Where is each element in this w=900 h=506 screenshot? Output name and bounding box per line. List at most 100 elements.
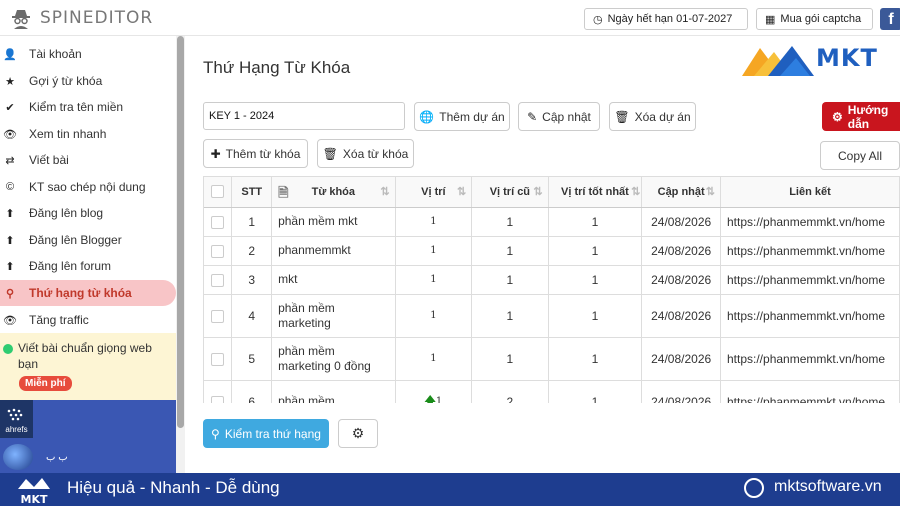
globe-image-icon [3, 444, 33, 470]
header-link[interactable]: Liên kết [720, 177, 900, 208]
sidebar-item-write[interactable]: ⇄ Viết bài [0, 147, 176, 173]
app-name: SPINEDITOR [40, 8, 154, 28]
spy-logo-icon [12, 10, 30, 29]
link-cell[interactable]: https://phanmemmkt.vn/home [720, 294, 900, 338]
table-row[interactable]: 4 phần mềm marketing 1 1 1 24/08/2026 ht… [204, 294, 900, 338]
sidebar-item-account[interactable]: 👤 Tài khoản [0, 41, 176, 67]
sort-icon[interactable]: ⇅ [457, 185, 466, 198]
promo-card[interactable]: Viết bài chuẩn giọng web bạn Miễn phí [0, 333, 176, 400]
sidebar-item-quick-news[interactable]: 👁 Xem tin nhanh [0, 121, 176, 147]
plus-icon: ✚ [210, 146, 221, 161]
guide-button[interactable]: ⚙ Hướng dẫn [822, 102, 900, 131]
delete-keyword-label: Xóa từ khóa [342, 146, 409, 161]
row-select-cell[interactable] [204, 236, 233, 266]
sort-icon[interactable]: ⇅ [380, 185, 389, 198]
updated-cell: 24/08/2026 [641, 236, 721, 266]
footer-banner: MKT Hiệu quả - Nhanh - Dễ dùng mktsoftwa… [0, 473, 900, 506]
row-select-cell[interactable] [204, 265, 233, 295]
link-cell[interactable]: https://phanmemmkt.vn/home [720, 207, 900, 237]
upload-icon: ⬆ [5, 234, 15, 247]
header-stt[interactable]: STT [231, 177, 273, 208]
delete-project-button[interactable]: 🗑 Xóa dự án [609, 102, 696, 131]
expiry-button[interactable]: ◷ Ngày hết hạn 01-07-2027 [584, 8, 748, 30]
sidebar-item-traffic[interactable]: 👁 Tăng traffic [0, 307, 176, 333]
sidebar-item-copy-check[interactable]: © KT sao chép nội dung [0, 174, 176, 200]
sidebar-item-post-forum[interactable]: ⬆ Đăng lên forum [0, 253, 176, 279]
header-position-label: Vị trí [421, 185, 446, 198]
header-updated[interactable]: Cập nhật ⇅ [641, 177, 721, 208]
table-row[interactable]: 5 phần mềm marketing 0 đồng 1 1 1 24/08/… [204, 337, 900, 381]
sidebar-item-label: Đăng lên Blogger [29, 233, 122, 247]
row-checkbox[interactable] [211, 352, 225, 366]
header-position[interactable]: Vị trí ⇅ [395, 177, 473, 208]
keyword-cell: phần mềm mkt [271, 207, 396, 237]
add-project-button[interactable]: 🌐 Thêm dự án [414, 102, 510, 131]
updated-cell: 24/08/2026 [641, 337, 721, 381]
sidebar-item-keyword-suggest[interactable]: ★ Gợi ý từ khóa [0, 68, 176, 94]
table-row[interactable]: 1 phần mềm mkt 1 1 1 24/08/2026 https://… [204, 207, 900, 237]
sort-icon[interactable]: ⇅ [631, 185, 640, 198]
row-select-cell[interactable] [204, 294, 233, 338]
row-checkbox[interactable] [211, 395, 225, 403]
table-row[interactable]: 2 phanmemmkt 1 1 1 24/08/2026 https://ph… [204, 236, 900, 266]
keyword-cell: phần mềm marketing [271, 294, 396, 338]
facebook-icon[interactable]: f [880, 8, 900, 30]
link-cell[interactable]: https://phanmemmkt.vn/home [720, 236, 900, 266]
row-select-cell[interactable] [204, 337, 233, 381]
copy-all-button[interactable]: Copy All [820, 141, 900, 170]
sort-icon[interactable]: ⇅ [706, 185, 715, 198]
update-button[interactable]: ✎ Cập nhật [518, 102, 600, 131]
project-select[interactable]: KEY 1 - 2024 [203, 102, 405, 130]
add-project-label: Thêm dự án [439, 109, 505, 124]
delete-keyword-button[interactable]: 🗑 Xóa từ khóa [317, 139, 414, 168]
buy-captcha-button[interactable]: ▦ Mua gói captcha [756, 8, 873, 30]
best-position-cell: 1 [548, 265, 643, 295]
settings-button[interactable]: ⚙ [338, 419, 378, 448]
old-position-cell: 2 [471, 380, 549, 403]
header-keyword[interactable]: 🗎 Từ khóa ⇅ [271, 177, 396, 208]
gear-icon: ⚙ [832, 109, 843, 124]
footer-website[interactable]: mktsoftware.vn [774, 478, 882, 496]
header-old-position[interactable]: Vị trí cũ ⇅ [471, 177, 549, 208]
eye-icon: 👁 [3, 314, 17, 327]
mkt-mountain-icon [742, 46, 814, 76]
free-badge: Miễn phí [19, 376, 72, 391]
add-keyword-button[interactable]: ✚ Thêm từ khóa [203, 139, 308, 168]
link-cell[interactable]: https://phanmemmkt.vn/home [720, 337, 900, 381]
select-all-checkbox[interactable] [211, 185, 225, 199]
table-row[interactable]: 6 phần mềm 🡅1 2 1 24/08/2026 https://pha… [204, 380, 900, 403]
footer-tagline: Hiệu quả - Nhanh - Dễ dùng [67, 478, 280, 497]
row-checkbox[interactable] [211, 244, 225, 258]
sidebar-item-post-blog[interactable]: ⬆ Đăng lên blog [0, 200, 176, 226]
link-cell[interactable]: https://phanmemmkt.vn/home [720, 380, 900, 403]
row-checkbox[interactable] [211, 215, 225, 229]
row-select-cell[interactable] [204, 380, 233, 403]
table-row[interactable]: 3 mkt 1 1 1 24/08/2026 https://phanmemmk… [204, 265, 900, 295]
sidebar-item-domain-check[interactable]: ✔ Kiểm tra tên miền [0, 94, 176, 120]
check-rank-button[interactable]: ⚲ Kiểm tra thứ hạng [203, 419, 329, 448]
row-checkbox[interactable] [211, 273, 225, 287]
sort-icon[interactable]: ⇅ [533, 185, 542, 198]
position-cell: 1 [395, 236, 473, 266]
keyword-cell: phần mềm [271, 380, 396, 403]
header-best-position[interactable]: Vị trí tốt nhất ⇅ [548, 177, 643, 208]
add-keyword-label: Thêm từ khóa [225, 146, 301, 161]
row-select-cell[interactable] [204, 207, 233, 237]
sidebar-item-keyword-rank[interactable]: ⚲ Thứ hạng từ khóa [0, 280, 176, 306]
search-icon: ⚲ [211, 426, 220, 441]
link-cell[interactable]: https://phanmemmkt.vn/home [720, 265, 900, 295]
header-best-position-label: Vị trí tốt nhất [561, 185, 629, 198]
user-icon: 👤 [3, 48, 17, 61]
sidebar-item-label: Xem tin nhanh [29, 127, 107, 141]
sidebar-scroll-thumb[interactable] [177, 36, 184, 428]
keyword-cell: phanmemmkt [271, 236, 396, 266]
brand-name: MKT [816, 44, 878, 72]
dots-icon [7, 408, 23, 421]
position-cell: 1 [395, 265, 473, 295]
sidebar-item-post-blogger[interactable]: ⬆ Đăng lên Blogger [0, 227, 176, 253]
sidebar-item-label: Đăng lên blog [29, 206, 104, 220]
select-all-cell[interactable] [204, 177, 233, 208]
ahrefs-label: ahrefs [5, 425, 28, 434]
row-checkbox[interactable] [211, 309, 225, 323]
best-position-cell: 1 [548, 207, 643, 237]
